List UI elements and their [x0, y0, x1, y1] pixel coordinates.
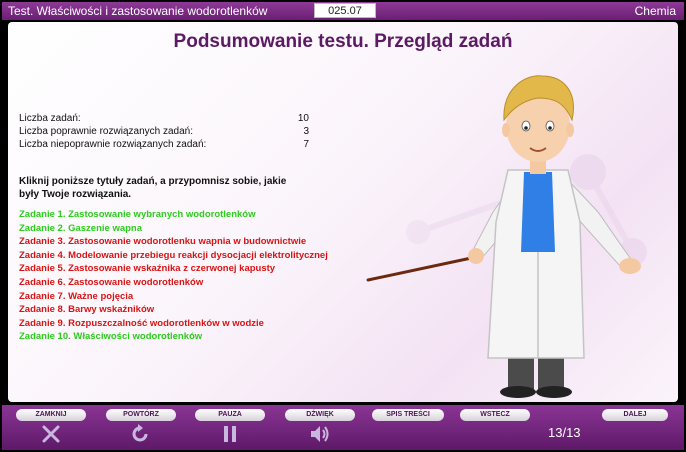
task-link-5[interactable]: Zadanie 5. Zastosowanie wskaźnika z czer…	[19, 262, 339, 276]
title-bar: Test. Właściwości i zastosowanie wodorot…	[2, 2, 684, 20]
pause-button[interactable]: PAUZA	[195, 409, 265, 421]
instruction-text: Kliknij poniższe tytuły zadań, a przypom…	[19, 176, 287, 200]
stat-correct-value: 3	[303, 126, 309, 137]
stat-total-row: Liczba zadań: 10	[19, 113, 309, 126]
task-link-8[interactable]: Zadanie 8. Barwy wskaźników	[19, 303, 339, 317]
task-link-2[interactable]: Zadanie 2. Gaszenie wapna	[19, 222, 339, 236]
pointer-stick	[366, 255, 478, 282]
pause-icon[interactable]	[219, 423, 241, 445]
repeat-button[interactable]: POWTÓRZ	[106, 409, 176, 421]
stat-incorrect-label: Liczba niepoprawnie rozwiązanych zadań:	[19, 139, 207, 150]
subject-label: Chemia	[634, 4, 676, 18]
close-button[interactable]: ZAMKNIJ	[16, 409, 86, 421]
app-window: Test. Właściwości i zastosowanie wodorot…	[0, 0, 686, 452]
repeat-icon[interactable]	[129, 423, 151, 445]
scientist-illustration	[366, 75, 647, 398]
task-link-10[interactable]: Zadanie 10. Właściwości wodorotlenków	[19, 330, 339, 344]
lesson-code: 025.07	[314, 3, 376, 18]
task-link-7[interactable]: Zadanie 7. Ważne pojęcia	[19, 290, 339, 304]
stat-total-value: 10	[297, 113, 309, 124]
task-link-4[interactable]: Zadanie 4. Modelowanie przebiegu reakcji…	[19, 249, 339, 263]
task-link-1[interactable]: Zadanie 1. Zastosowanie wybranych wodoro…	[19, 208, 339, 222]
stat-incorrect-row: Liczba niepoprawnie rozwiązanych zadań: …	[19, 139, 309, 152]
test-stats: Liczba zadań: 10 Liczba poprawnie rozwią…	[19, 113, 309, 152]
stat-incorrect-value: 7	[303, 139, 309, 150]
page-indicator: 13/13	[548, 425, 581, 440]
close-icon[interactable]	[40, 423, 62, 445]
task-list: Zadanie 1. Zastosowanie wybranych wodoro…	[19, 208, 339, 344]
navigation-bar: ZAMKNIJ POWTÓRZ PAUZA DŹWIĘK SPIS TREŚCI…	[2, 405, 684, 450]
speaker-icon[interactable]	[308, 423, 330, 445]
stat-correct-label: Liczba poprawnie rozwiązanych zadań:	[19, 126, 193, 137]
task-link-6[interactable]: Zadanie 6. Zastosowanie wodorotlenków	[19, 276, 339, 290]
back-button[interactable]: WSTECZ	[460, 409, 530, 421]
stat-correct-row: Liczba poprawnie rozwiązanych zadań: 3	[19, 126, 309, 139]
task-link-9[interactable]: Zadanie 9. Rozpuszczalność wodorotlenków…	[19, 317, 339, 331]
contents-button[interactable]: SPIS TREŚCI	[372, 409, 444, 421]
content-panel: Podsumowanie testu. Przegląd zadań Liczb…	[8, 22, 678, 402]
task-link-3[interactable]: Zadanie 3. Zastosowanie wodorotlenku wap…	[19, 235, 339, 249]
next-button[interactable]: DALEJ	[602, 409, 668, 421]
sound-button[interactable]: DŹWIĘK	[285, 409, 355, 421]
stat-total-label: Liczba zadań:	[19, 113, 81, 124]
page-title: Podsumowanie testu. Przegląd zadań	[173, 31, 513, 52]
lesson-title: Test. Właściwości i zastosowanie wodorot…	[8, 4, 268, 18]
